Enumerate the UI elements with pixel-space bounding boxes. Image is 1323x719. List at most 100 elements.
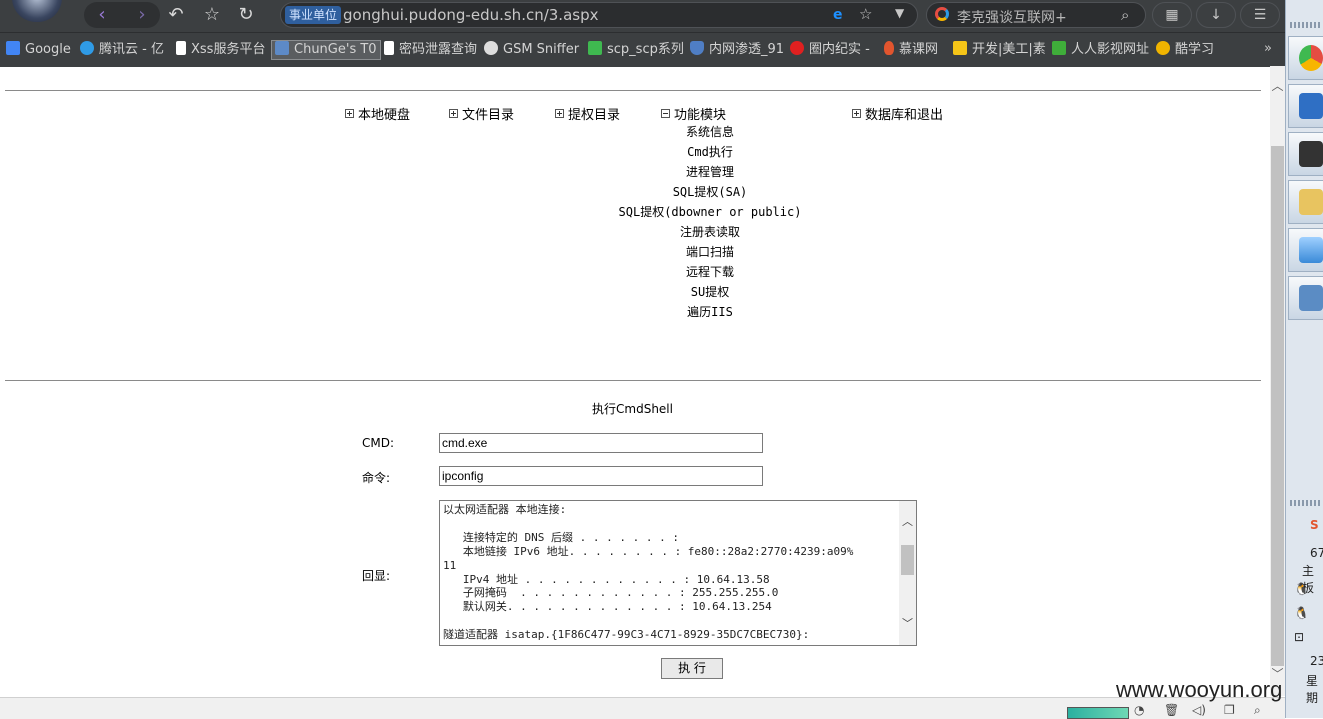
avatar-app-icon[interactable] (1288, 132, 1323, 176)
window-icon[interactable]: ❐ (1224, 703, 1235, 717)
bookmark-icon (953, 41, 967, 55)
bookmark-item[interactable]: 腾讯云 - 亿 (80, 41, 164, 59)
download-icon[interactable]: ↓ (1196, 2, 1236, 28)
submenu-iterate-iis[interactable]: 遍历IIS (580, 302, 840, 322)
divider (5, 90, 1261, 91)
apps-grid-icon[interactable]: ▦ (1152, 2, 1192, 28)
bookmark-item[interactable]: 人人影视网址 (1052, 41, 1149, 59)
clock-time: 23 (1310, 654, 1323, 668)
refresh-icon[interactable]: ↻ (232, 2, 260, 28)
bookmark-item[interactable]: GSM Sniffer (484, 41, 579, 59)
bookmark-item[interactable]: Xss服务平台 (176, 41, 265, 59)
bookmark-item[interactable]: 酷学习 (1156, 41, 1214, 59)
submenu-port-scan[interactable]: 端口扫描 (580, 242, 840, 262)
bookmark-star-icon[interactable]: ☆ (859, 5, 872, 23)
search-placeholder[interactable]: 李克强谈互联网+ (957, 7, 1067, 27)
expand-plus-icon (852, 109, 861, 118)
bookmark-item[interactable]: 开发|美工|素 (953, 41, 1046, 59)
bookmark-icon (80, 41, 94, 55)
mountain-app-icon[interactable] (1288, 228, 1323, 272)
bookmark-icon (1052, 41, 1066, 55)
chevron-down-icon[interactable]: ﹀ (901, 617, 914, 631)
bookmark-item[interactable]: 内网渗透_91 (690, 41, 784, 59)
menu-file-directory[interactable]: 文件目录 (449, 104, 514, 123)
flame-icon (884, 41, 894, 55)
bookmark-item[interactable]: 圈内纪实 - (790, 41, 870, 59)
command-input[interactable] (439, 466, 763, 486)
trash-icon[interactable]: 🗑 (1164, 703, 1179, 717)
output-textarea[interactable]: 以太网适配器 本地连接: 连接特定的 DNS 后缀 . . . . . . . … (439, 500, 917, 646)
scroll-up-icon[interactable]: ︿ (1270, 78, 1285, 94)
browser-toolbar: ‹ › ↶ ☆ ↻ 事业单位 gonghui.pudong-edu.sh.cn/… (0, 0, 1285, 32)
bookmark-item[interactable]: Google (6, 41, 71, 59)
bookmark-item[interactable]: scp_scp系列 (588, 41, 684, 59)
output-scroll-thumb[interactable] (901, 545, 914, 575)
image-app-icon[interactable] (1288, 276, 1323, 320)
divider (5, 380, 1261, 381)
submenu-registry-read[interactable]: 注册表读取 (580, 222, 840, 242)
search-icon[interactable]: ⌕ (1121, 6, 1129, 24)
zoom-icon[interactable]: ⌕ (1254, 703, 1261, 718)
forward-button[interactable]: › (128, 2, 156, 28)
page-scrollbar[interactable]: ︿ ﹀ (1270, 66, 1285, 696)
expand-plus-icon (555, 109, 564, 118)
search-box[interactable]: 李克强谈互联网+ ⌕ (926, 2, 1146, 28)
search-engine-logo-icon (935, 7, 949, 21)
bookmark-icon (275, 41, 289, 55)
execute-button[interactable]: 执 行 (661, 658, 723, 679)
function-submenu: 系统信息 Cmd执行 进程管理 SQL提权(SA) SQL提权(dbowner … (580, 122, 840, 322)
qq-icon[interactable]: 🐧 (1294, 582, 1309, 596)
submenu-sql-sa[interactable]: SQL提权(SA) (580, 182, 840, 202)
bookmark-icon (6, 41, 20, 55)
watermark: www.wooyun.org (1116, 677, 1283, 702)
menu-function-modules[interactable]: 功能模块 (661, 104, 726, 123)
bookmark-item-active[interactable]: ChunGe's T0 (271, 40, 381, 60)
menu-local-disk[interactable]: 本地硬盘 (345, 104, 410, 123)
page-icon (384, 41, 394, 55)
menu-icon[interactable]: ☰ (1240, 2, 1280, 28)
volume-icon[interactable]: ◁) (1192, 703, 1206, 717)
form-title: 执行CmdShell (592, 402, 673, 416)
menu-privilege-directory[interactable]: 提权目录 (555, 104, 620, 123)
tray-icon[interactable]: ⊡ (1294, 630, 1304, 644)
bookmark-icon (790, 41, 804, 55)
submenu-cmd-exec[interactable]: Cmd执行 (580, 142, 840, 162)
menu-database-logout[interactable]: 数据库和退出 (852, 104, 943, 123)
output-scrollbar[interactable]: ︿ ﹀ (899, 501, 916, 645)
submenu-process-manager[interactable]: 进程管理 (580, 162, 840, 182)
bookmarks-bar: Google 腾讯云 - 亿 Xss服务平台 ChunGe's T0 密码泄露查… (0, 32, 1285, 67)
cmd-label: CMD: (362, 436, 395, 450)
address-badge: 事业单位 (285, 6, 342, 24)
monitor-app-icon[interactable] (1288, 84, 1323, 128)
chrome-app-icon[interactable] (1288, 36, 1323, 80)
address-dropdown-icon[interactable]: ▼ (895, 6, 904, 20)
submenu-su-privilege[interactable]: SU提权 (580, 282, 840, 302)
address-bar[interactable]: 事业单位 gonghui.pudong-edu.sh.cn/3.aspx e ☆… (280, 2, 918, 28)
sogou-icon[interactable]: S (1310, 518, 1319, 532)
submenu-remote-download[interactable]: 远程下载 (580, 262, 840, 282)
folder-app-icon[interactable] (1288, 180, 1323, 224)
expand-plus-icon (345, 109, 354, 118)
back-button[interactable]: ‹ (88, 2, 116, 28)
page-scroll-thumb[interactable] (1271, 146, 1284, 666)
bookmark-item[interactable]: 密码泄露查询 (384, 41, 477, 59)
side-text-1: 67 (1310, 546, 1323, 560)
submenu-system-info[interactable]: 系统信息 (580, 122, 840, 142)
grip-icon (1290, 500, 1320, 506)
chevron-up-icon[interactable]: ︿ (901, 515, 914, 529)
output-text: 以太网适配器 本地连接: 连接特定的 DNS 后缀 . . . . . . . … (443, 503, 854, 642)
cmd-path-input[interactable] (439, 433, 763, 453)
bookmark-item[interactable]: 慕课网 (884, 41, 938, 59)
address-url[interactable]: gonghui.pudong-edu.sh.cn/3.aspx (343, 6, 598, 24)
bookmarks-more-button[interactable]: » (1264, 41, 1272, 56)
grip-icon (1290, 22, 1320, 28)
speed-meter (1067, 707, 1129, 719)
qq-icon[interactable]: 🐧 (1294, 606, 1309, 620)
bookmark-icon (1156, 41, 1170, 55)
undo-icon[interactable]: ↶ (162, 2, 190, 28)
ie-engine-icon[interactable]: e (833, 7, 843, 23)
favorite-star-icon[interactable]: ☆ (198, 2, 226, 28)
submenu-sql-dbowner[interactable]: SQL提权(dbowner or public) (580, 202, 840, 222)
output-label: 回显: (362, 569, 391, 583)
speed-icon[interactable]: ◔ (1134, 703, 1144, 717)
